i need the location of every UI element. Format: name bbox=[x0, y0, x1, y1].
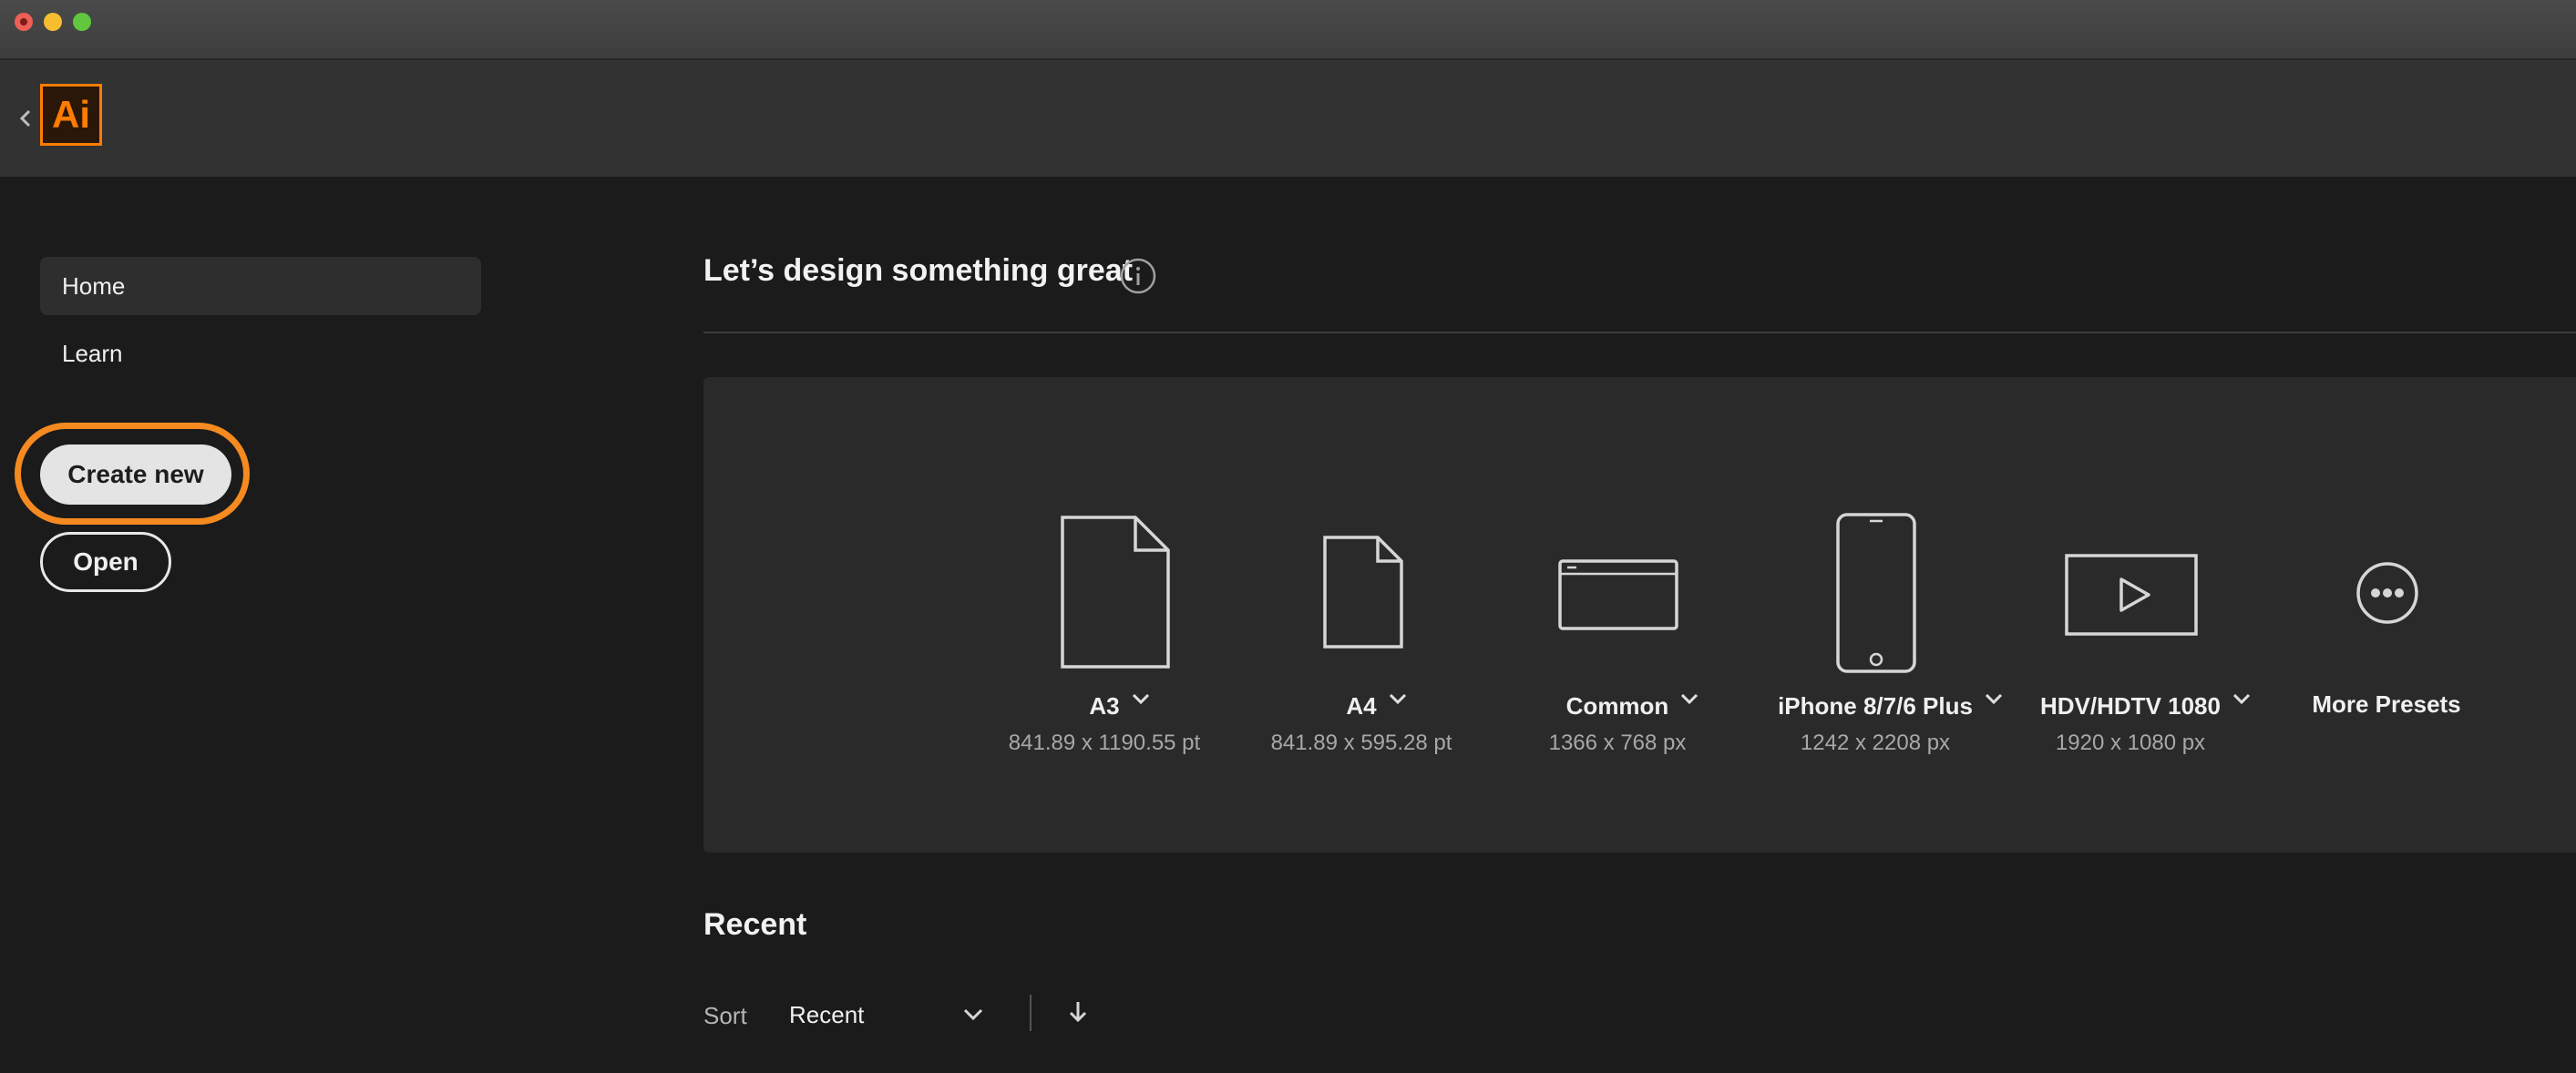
sidebar-item-learn[interactable]: Learn bbox=[40, 324, 481, 383]
preset-iphone[interactable]: iPhone 8/7/6 Plus 1242 x 2208 px bbox=[1757, 377, 2002, 853]
sort-dropdown-value: Recent bbox=[789, 1001, 865, 1028]
preset-size: 1920 x 1080 px bbox=[2055, 731, 2206, 755]
sort-label: Sort bbox=[703, 1002, 747, 1029]
preset-hdtv[interactable]: HDV/HDTV 1080 1920 x 1080 px bbox=[2012, 377, 2252, 853]
window-maximize-button[interactable] bbox=[73, 13, 91, 31]
more-dots-icon bbox=[2356, 562, 2418, 624]
preset-name: HDV/HDTV 1080 bbox=[2012, 692, 2252, 720]
preset-size: 841.89 x 1190.55 pt bbox=[1008, 731, 1201, 755]
document-large-icon bbox=[1061, 516, 1170, 669]
preset-size: 1366 x 768 px bbox=[1548, 731, 1687, 755]
chevron-down-icon[interactable] bbox=[1131, 692, 1151, 705]
preset-size: 841.89 x 595.28 pt bbox=[1270, 731, 1452, 755]
app-header: Ai bbox=[0, 60, 2576, 177]
sort-dropdown[interactable]: Recent bbox=[789, 995, 990, 1035]
create-new-button[interactable]: Create new bbox=[40, 445, 231, 505]
preset-name: A3 bbox=[986, 692, 1223, 720]
preset-name: iPhone 8/7/6 Plus bbox=[1757, 692, 2002, 720]
preset-a3[interactable]: A3 841.89 x 1190.55 pt bbox=[986, 377, 1223, 853]
preset-common[interactable]: Common 1366 x 768 px bbox=[1499, 377, 1736, 853]
video-play-icon bbox=[2065, 554, 2198, 636]
window-close-button[interactable] bbox=[15, 13, 33, 31]
preset-a4[interactable]: A4 841.89 x 595.28 pt bbox=[1243, 377, 1480, 853]
chevron-down-icon[interactable] bbox=[1679, 692, 1699, 705]
chevron-down-icon[interactable] bbox=[1984, 692, 2004, 705]
recent-section-title: Recent bbox=[703, 907, 807, 942]
document-icon bbox=[1323, 536, 1403, 649]
open-button[interactable]: Open bbox=[40, 532, 171, 592]
preset-size: 1242 x 2208 px bbox=[1800, 731, 1951, 755]
chevron-down-icon[interactable] bbox=[2232, 692, 2252, 705]
back-chevron-icon[interactable] bbox=[15, 104, 36, 133]
sidebar-item-home[interactable]: Home bbox=[40, 257, 481, 315]
header-divider bbox=[703, 332, 2576, 333]
page-title: Let’s design something great bbox=[703, 253, 1134, 288]
app-logo[interactable]: Ai bbox=[40, 84, 102, 146]
preset-name: A4 bbox=[1243, 692, 1480, 720]
preset-name: Common bbox=[1499, 692, 1736, 720]
phone-icon bbox=[1836, 513, 1916, 673]
presets-panel: A3 841.89 x 1190.55 pt A4 841.89 x 595.2… bbox=[703, 377, 2576, 853]
info-icon[interactable] bbox=[1119, 257, 1157, 295]
preset-more[interactable]: More Presets bbox=[2268, 377, 2505, 853]
window-title-bar bbox=[0, 0, 2576, 60]
window-minimize-button[interactable] bbox=[44, 13, 62, 31]
preset-name: More Presets bbox=[2312, 690, 2461, 718]
chevron-down-icon[interactable] bbox=[1388, 692, 1408, 705]
browser-window-icon bbox=[1558, 559, 1678, 630]
sort-direction-arrow-icon[interactable] bbox=[1066, 998, 1090, 1026]
chevron-down-icon bbox=[963, 1008, 983, 1021]
sort-divider bbox=[1030, 995, 1031, 1031]
